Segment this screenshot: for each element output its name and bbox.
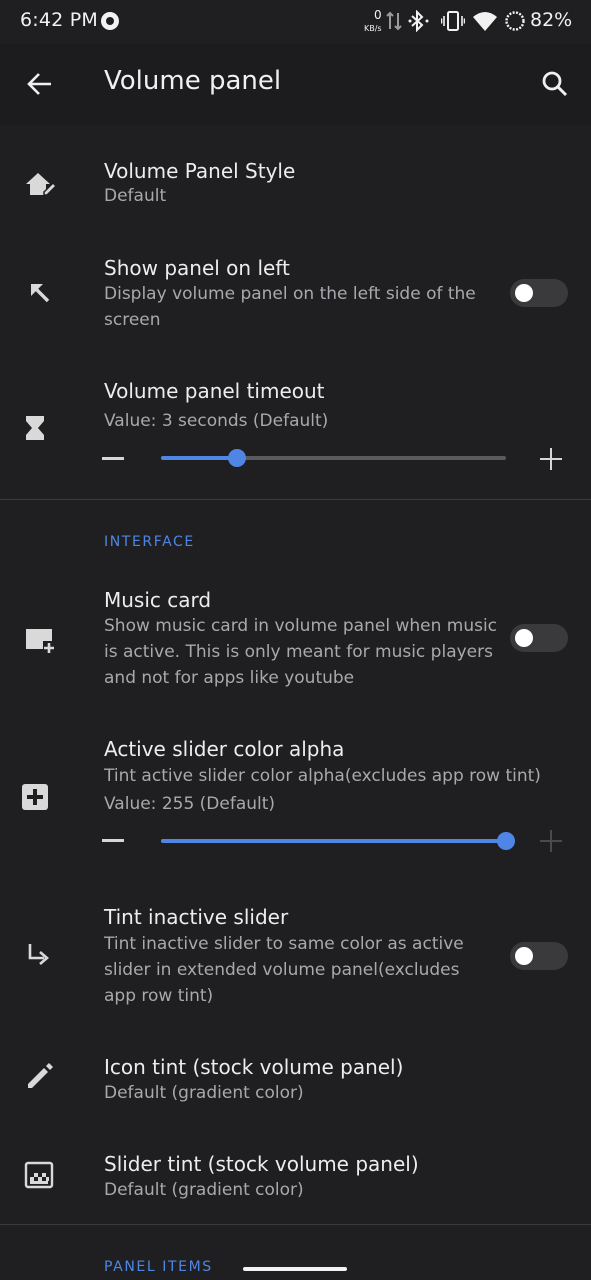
divider (0, 499, 591, 500)
item-value: Value: 3 seconds (Default) (104, 411, 329, 431)
item-summary: Show music card in volume panel when mus… (104, 616, 498, 688)
item-summary: Tint active slider color alpha(excludes … (104, 766, 541, 786)
item-summary: Default (gradient color) (104, 1083, 304, 1103)
divider (0, 1224, 591, 1225)
page-title: Volume panel (104, 66, 282, 96)
music-card-toggle[interactable] (510, 624, 568, 652)
gesture-nav-handle[interactable] (243, 1267, 347, 1271)
network-speed-unit: KB/s (364, 24, 382, 33)
pref-volume-panel-style[interactable]: Volume Panel Style Default (0, 126, 591, 226)
slider-fill (161, 456, 237, 460)
item-title: Show panel on left (104, 256, 290, 280)
battery-icon (505, 11, 525, 31)
app-bar: Volume panel (0, 44, 591, 126)
network-speed-value: 0 (374, 8, 382, 22)
vibrate-icon (441, 11, 465, 31)
slider-thumb[interactable] (497, 832, 515, 850)
arrow-up-left-icon (31, 284, 50, 303)
item-title: Tint inactive slider (104, 905, 289, 929)
pref-active-slider-alpha: Active slider color alpha Tint active sl… (0, 712, 591, 884)
tint-inactive-toggle[interactable] (510, 942, 568, 970)
screen: 6:42 PM 0 KB/s 82% Volume panel Volume P… (0, 0, 591, 1280)
search-button[interactable] (537, 66, 573, 102)
add-card-icon (26, 629, 54, 653)
pref-slider-tint[interactable]: Slider tint (stock volume panel) Default… (0, 1129, 591, 1224)
toggle-knob (515, 947, 533, 965)
item-title: Slider tint (stock volume panel) (104, 1152, 419, 1176)
slider-fill (161, 839, 506, 843)
alpha-slider[interactable] (161, 832, 515, 850)
item-value: Value: 255 (Default) (104, 794, 276, 814)
section-header-interface: INTERFACE (104, 534, 195, 550)
show-left-toggle[interactable] (510, 279, 568, 307)
arrow-back-icon (27, 73, 51, 95)
hourglass-icon (26, 416, 44, 440)
toggle-knob (515, 629, 533, 647)
battery-percentage: 82% (530, 9, 573, 31)
decrease-button[interactable] (102, 457, 124, 460)
pref-volume-panel-timeout: Volume panel timeout Value: 3 seconds (D… (0, 354, 591, 499)
item-summary: Tint inactive slider to same color as ac… (104, 934, 464, 1006)
item-title: Volume Panel Style (104, 159, 296, 183)
pref-music-card[interactable]: Music card Show music card in volume pan… (0, 570, 591, 712)
pencil-icon (28, 1063, 53, 1088)
item-summary: Default (gradient color) (104, 1180, 304, 1200)
pref-show-panel-on-left[interactable]: Show panel on left Display volume panel … (0, 226, 591, 354)
decrease-button[interactable] (102, 839, 124, 842)
back-button[interactable] (22, 66, 58, 102)
search-icon (542, 71, 568, 97)
increase-button[interactable] (540, 448, 562, 470)
bluetooth-icon (408, 10, 429, 32)
pref-tint-inactive-slider[interactable]: Tint inactive slider Tint inactive slide… (0, 884, 591, 1034)
status-time: 6:42 PM (20, 9, 98, 31)
pref-icon-tint[interactable]: Icon tint (stock volume panel) Default (… (0, 1034, 591, 1129)
increase-button[interactable] (540, 830, 562, 852)
item-title: Volume panel timeout (104, 379, 325, 403)
toggle-knob (515, 284, 533, 302)
item-title: Active slider color alpha (104, 737, 345, 761)
item-title: Music card (104, 588, 212, 612)
subdirectory-arrow-icon (28, 944, 49, 965)
slider-thumb[interactable] (227, 449, 246, 467)
item-summary: Default (104, 186, 167, 206)
plus-box-icon (22, 784, 48, 810)
notification-app-icon (101, 12, 119, 30)
timeout-slider[interactable] (161, 449, 506, 467)
home-edit-icon (26, 173, 58, 196)
data-arrows-icon (386, 11, 402, 31)
item-title: Icon tint (stock volume panel) (104, 1055, 404, 1079)
item-summary: Display volume panel on the left side of… (104, 284, 476, 330)
status-bar: 6:42 PM 0 KB/s 82% (0, 0, 591, 44)
checkerboard-icon (24, 1161, 54, 1189)
wifi-icon (473, 12, 497, 31)
section-header-panel-items: PANEL ITEMS (104, 1259, 213, 1275)
